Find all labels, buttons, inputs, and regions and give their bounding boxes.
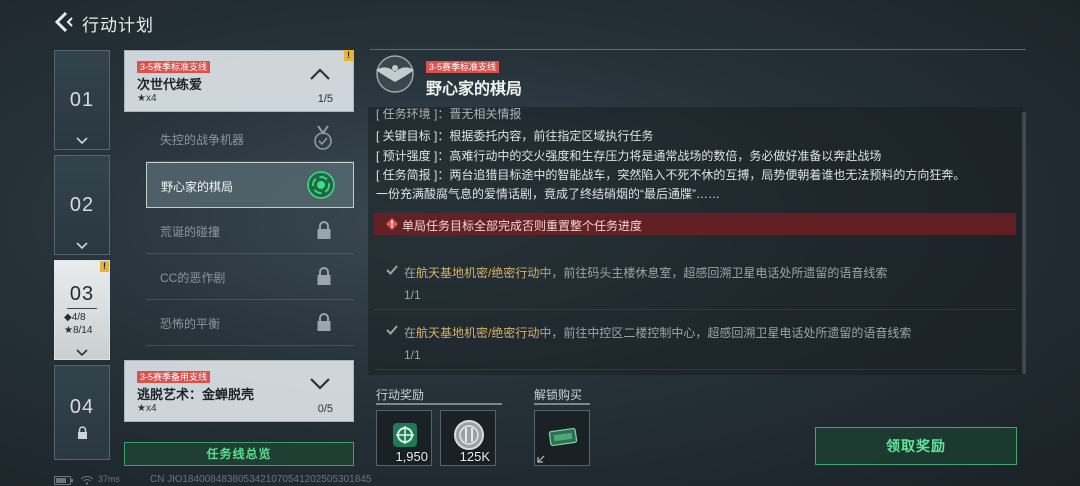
sub-mission-label: 恐怖的平衡	[160, 317, 221, 331]
check-icon	[386, 265, 398, 275]
warning-banner: 单局任务目标全部完成否则重置整个任务进度	[374, 213, 1016, 235]
mission-tag: 3-5赛季标准支线	[137, 61, 211, 73]
mission-progress: 0/5	[317, 403, 333, 415]
objective-count: 1/1	[404, 288, 421, 302]
lock-icon	[317, 267, 331, 285]
detail-tag: 3-5赛季标准支线	[426, 61, 500, 73]
mission-line-overview-button[interactable]: 任务线总览	[124, 442, 354, 466]
objective-row-1: 在航天基地机密/绝密行动中，前往码头主楼休息室，超感回溯卫星电话处所遗留的语音线…	[374, 257, 1016, 310]
reward-count: 125K	[459, 449, 490, 464]
objective-text: 中，前往中控区二楼控制中心，超感回溯卫星电话处所遗留的语音线索	[539, 326, 912, 340]
chapter-star-stat: ★8/14	[64, 325, 93, 336]
lock-icon	[317, 221, 331, 239]
target-icon	[307, 171, 335, 199]
chevron-down-icon	[76, 349, 88, 357]
sub-mission-label: 失控的战争机器	[160, 133, 245, 147]
eagle-emblem-icon	[376, 55, 414, 93]
objective-count: 1/1	[404, 348, 421, 362]
back-arrow-icon[interactable]	[52, 10, 74, 34]
sub-mission-2[interactable]: 野心家的棋局	[146, 162, 354, 208]
chevron-up-icon[interactable]	[309, 67, 331, 81]
mission-title: 次世代练爱	[137, 77, 203, 92]
check-icon	[386, 325, 398, 335]
sub-mission-label: 野心家的棋局	[161, 180, 234, 194]
detail-line-intensity: [ 预计强度 ]：高难行动中的交火强度和生存压力将是通常战场的数倍，务必做好准备…	[376, 149, 882, 163]
objective-text: 中，前往码头主楼休息室，超感回溯卫星电话处所遗留的语音线索	[539, 266, 888, 280]
sub-mission-label: 荒诞的碰撞	[160, 225, 221, 239]
sub-mission-label: CC的恶作剧	[160, 271, 226, 285]
mission-stars: ★x4	[137, 93, 157, 104]
chapter-number: 03	[67, 283, 97, 309]
build-id: CN ЈЮ1840084838053421070541202505301845	[150, 474, 372, 485]
detail-divider	[370, 49, 1026, 50]
battery-icon	[54, 476, 73, 485]
unlock-underline	[534, 403, 590, 405]
objective-location: 航天基地机密/绝密行动	[416, 326, 540, 340]
detail-title: 野心家的棋局	[426, 81, 523, 98]
mission-card-2[interactable]: 3-5赛季备用支线 逃脱艺术：金蝉脱壳 ★x4 0/5	[124, 360, 354, 422]
chevron-down-icon	[76, 242, 88, 250]
sub-mission-4[interactable]: CC的恶作剧	[146, 254, 354, 300]
reward-item-2[interactable]: 125K	[440, 410, 496, 466]
chapter-diamond-stat: ◆4/8	[64, 312, 86, 323]
chevron-down-icon	[76, 137, 88, 145]
ping-readout: 37ms	[98, 474, 121, 484]
mission-detail-panel[interactable]: [ 任务环境 ]：晋无相关情报 [ 关键目标 ]：根据委托内容，前往指定区域执行…	[368, 107, 1023, 375]
mission-title: 逃脱艺术：金蝉脱壳	[137, 387, 255, 402]
chapter-tab-03[interactable]: ! 03 ◆4/8 ★8/14	[54, 260, 110, 360]
mission-progress: 1/5	[317, 93, 333, 105]
detail-line-environment: [ 任务环境 ]：晋无相关情报	[376, 107, 522, 121]
chapter-tab-02[interactable]: 02	[54, 155, 110, 255]
sub-mission-1[interactable]: 失控的战争机器	[146, 116, 354, 162]
objective-prefix: 在	[404, 326, 417, 340]
mission-card-1[interactable]: 3-5赛季标准支线 ! 次世代练爱 ★x4 1/5	[124, 50, 354, 112]
warning-icon	[386, 218, 398, 230]
green-badge-icon	[393, 423, 417, 447]
sub-mission-3[interactable]: 荒诞的碰撞	[146, 208, 354, 254]
chapter-number: 02	[69, 194, 95, 216]
objective-row-2: 在航天基地机密/绝密行动中，前往中控区二楼控制中心，超感回溯卫星电话处所遗留的语…	[374, 317, 1016, 370]
alert-badge: !	[100, 261, 109, 272]
corner-marker-icon	[537, 455, 545, 463]
claim-reward-button[interactable]: 领取奖励	[815, 427, 1017, 465]
chapter-number: 01	[69, 89, 95, 111]
lock-icon	[78, 426, 87, 439]
detail-line-objective: [ 关键目标 ]：根据委托内容，前往指定区域执行任务	[376, 129, 654, 143]
reward-count: 1,950	[395, 449, 428, 464]
rewards-label: 行动奖励	[376, 388, 425, 402]
rewards-underline	[376, 403, 502, 405]
alert-badge: !	[344, 50, 353, 61]
objective-location: 航天基地机密/绝密行动	[416, 266, 540, 280]
wifi-icon	[80, 476, 94, 485]
medal-check-icon	[314, 125, 332, 150]
unlock-item-1[interactable]	[534, 410, 590, 466]
unlock-label: 解锁购买	[534, 388, 583, 402]
sub-mission-5[interactable]: 恐怖的平衡	[146, 300, 354, 346]
mission-stars: ★x4	[137, 403, 157, 414]
page-title: 行动计划	[82, 16, 154, 35]
lock-icon	[317, 313, 331, 331]
detail-line-briefing-cont: 一份充满酸腐气息的爱情话剧，竟成了终结硝烟的“最后通牒”……	[376, 187, 720, 201]
detail-line-briefing: [ 任务简报 ]：两台追猎目标途中的智能战车，突然陷入不死不休的互搏，局势便朝着…	[376, 168, 966, 182]
chapter-tab-01[interactable]: 01	[54, 50, 110, 150]
chapter-tab-04[interactable]: 04	[54, 365, 110, 460]
mission-tag: 3-5赛季备用支线	[137, 371, 211, 383]
chevron-down-icon[interactable]	[309, 377, 331, 391]
reward-item-1[interactable]: 1,950	[376, 410, 432, 466]
detail-scrollbar[interactable]	[1022, 112, 1026, 374]
green-card-icon	[548, 427, 578, 447]
chapter-number: 04	[69, 396, 95, 418]
warning-text: 单局任务目标全部完成否则重置整个任务进度	[402, 219, 643, 233]
objective-prefix: 在	[404, 266, 417, 280]
silver-coin-icon	[454, 420, 484, 450]
